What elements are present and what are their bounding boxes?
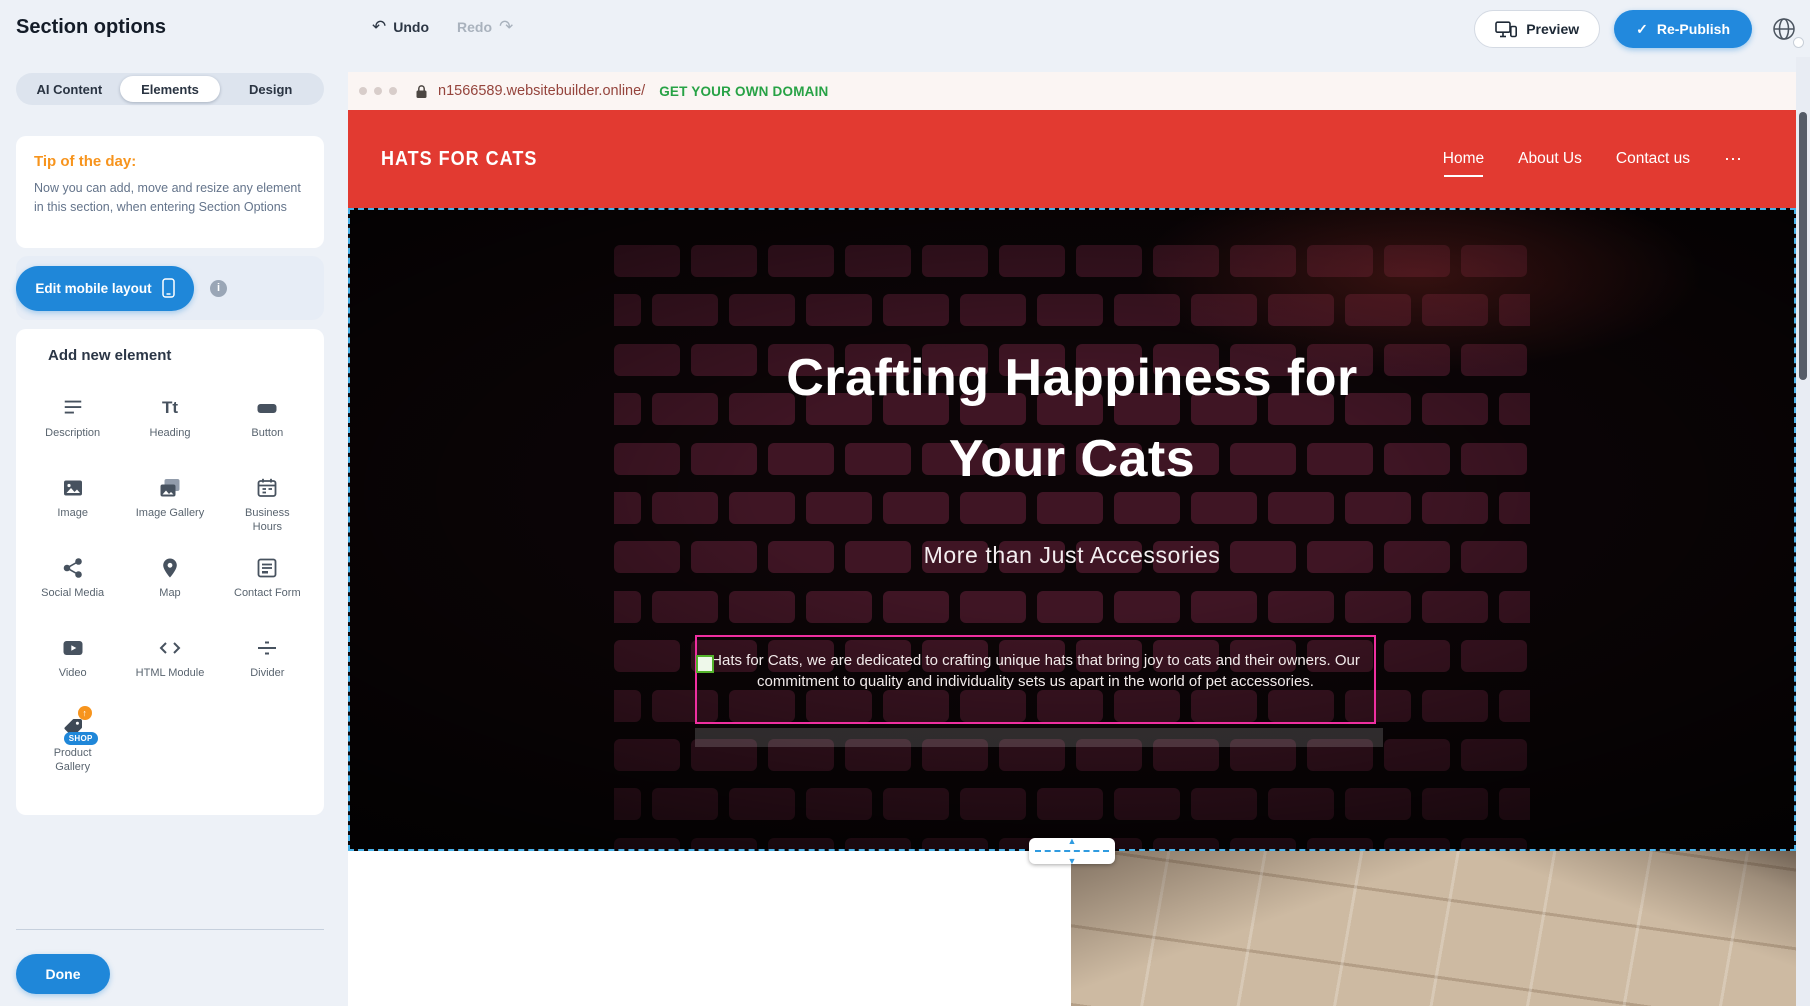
republish-label: Re-Publish [1657, 21, 1730, 37]
tab-design[interactable]: Design [220, 76, 321, 102]
done-button[interactable]: Done [16, 954, 110, 994]
dashed-line-icon [1035, 850, 1109, 852]
nav-about[interactable]: About Us [1518, 150, 1582, 168]
get-domain-link[interactable]: GET YOUR OWN DOMAIN [659, 84, 828, 99]
info-icon[interactable]: i [210, 280, 227, 297]
site-url: n1566589.websitebuilder.online/ [438, 83, 645, 99]
undo-button[interactable]: ↶ Undo [372, 17, 429, 37]
edit-mobile-layout-button[interactable]: Edit mobile layout [16, 266, 194, 311]
image-gallery-icon [157, 475, 183, 501]
button-icon [254, 395, 280, 421]
devices-icon [1495, 21, 1517, 38]
redo-button[interactable]: Redo ↷ [457, 17, 513, 37]
topbar: Section options ↶ Undo Redo ↷ Preview ✓ … [0, 0, 1810, 57]
redo-label: Redo [457, 19, 492, 35]
element-grid: Description Tt Heading Button Image [16, 386, 324, 786]
window-dots [359, 87, 397, 95]
element-button[interactable]: Button [219, 386, 316, 466]
preview-label: Preview [1526, 21, 1579, 37]
tip-body: Now you can add, move and resize any ele… [34, 179, 306, 218]
hero-heading[interactable]: Crafting Happiness for Your Cats [350, 338, 1794, 500]
element-resize-handle[interactable] [696, 655, 714, 673]
element-map[interactable]: Map [121, 546, 218, 626]
social-media-icon [60, 555, 86, 581]
hero-vignette [350, 210, 1794, 849]
edit-mobile-label: Edit mobile layout [35, 281, 151, 296]
undo-label: Undo [393, 19, 429, 35]
video-icon [60, 635, 86, 661]
page-scrollbar [1796, 57, 1810, 1006]
html-code-icon [157, 635, 183, 661]
site-preview-stage: n1566589.websitebuilder.online/ GET YOUR… [348, 57, 1796, 1006]
shop-badge: SHOP [64, 732, 98, 745]
scrollbar-thumb[interactable] [1799, 112, 1807, 380]
add-element-card: Add new element Description Tt Heading B… [16, 329, 324, 815]
tip-of-the-day-card: Tip of the day: Now you can add, move an… [16, 136, 324, 248]
lock-icon [415, 84, 428, 99]
element-description[interactable]: Description [24, 386, 121, 466]
pavement-photo [1071, 851, 1796, 1006]
map-pin-icon [157, 555, 183, 581]
section-resize-handle[interactable]: ▲ ▼ [1029, 838, 1115, 864]
nav-contact[interactable]: Contact us [1616, 150, 1690, 168]
nav-home[interactable]: Home [1443, 150, 1484, 168]
site-canvas: HATS FOR CATS Home About Us Contact us ⋯… [348, 110, 1796, 1006]
browser-bar: n1566589.websitebuilder.online/ GET YOUR… [348, 72, 1796, 110]
upgrade-badge-icon: ↑ [78, 706, 92, 720]
page-title: Section options [16, 16, 166, 39]
hero-heading-line2: Your Cats [350, 419, 1794, 500]
edit-mobile-row: Edit mobile layout i [16, 256, 324, 320]
site-header[interactable]: HATS FOR CATS Home About Us Contact us ⋯ [348, 110, 1796, 208]
hero-subheading[interactable]: More than Just Accessories [350, 542, 1794, 569]
arrow-down-icon: ▼ [1068, 856, 1077, 866]
tip-title: Tip of the day: [34, 153, 306, 170]
hero-section-selected[interactable]: Crafting Happiness for Your Cats More th… [348, 208, 1796, 851]
phone-icon [162, 278, 175, 298]
globe-badge [1793, 37, 1804, 48]
topbar-actions: Preview ✓ Re-Publish [1474, 10, 1802, 48]
contact-form-icon [254, 555, 280, 581]
tab-ai-content[interactable]: AI Content [19, 76, 120, 102]
language-globe-button[interactable] [1766, 11, 1802, 47]
next-section-white [348, 851, 1071, 1006]
element-social-media[interactable]: Social Media [24, 546, 121, 626]
hero-paragraph: Hats for Cats, we are dedicated to craft… [703, 650, 1368, 692]
sidebar-divider [16, 929, 324, 930]
panel-tabs: AI Content Elements Design [16, 73, 324, 105]
window-dot [374, 87, 382, 95]
republish-button[interactable]: ✓ Re-Publish [1614, 10, 1752, 48]
add-element-title: Add new element [16, 347, 324, 364]
image-icon [60, 475, 86, 501]
element-divider[interactable]: Divider [219, 626, 316, 706]
heading-icon: Tt [157, 395, 183, 421]
window-dot [359, 87, 367, 95]
section-options-panel: AI Content Elements Design Tip of the da… [0, 57, 348, 1006]
drag-ghost [695, 728, 1383, 747]
preview-button[interactable]: Preview [1474, 10, 1600, 48]
element-image-gallery[interactable]: Image Gallery [121, 466, 218, 546]
hero-heading-line1: Crafting Happiness for [350, 338, 1794, 419]
selected-paragraph-element[interactable]: Hats for Cats, we are dedicated to craft… [695, 635, 1376, 724]
element-video[interactable]: Video [24, 626, 121, 706]
site-nav: Home About Us Contact us ⋯ [1443, 110, 1744, 208]
nav-more-icon[interactable]: ⋯ [1724, 149, 1744, 170]
arrow-up-icon: ▲ [1068, 836, 1077, 846]
business-hours-icon [254, 475, 280, 501]
undo-icon: ↶ [372, 17, 386, 37]
history-controls: ↶ Undo Redo ↷ [372, 17, 513, 37]
element-business-hours[interactable]: Business Hours [219, 466, 316, 546]
site-logo[interactable]: HATS FOR CATS [381, 147, 537, 171]
element-product-gallery[interactable]: ↑ SHOP Product Gallery [24, 706, 121, 786]
check-icon: ✓ [1636, 21, 1648, 38]
description-icon [60, 395, 86, 421]
element-contact-form[interactable]: Contact Form [219, 546, 316, 626]
redo-icon: ↷ [499, 17, 513, 37]
divider-icon [254, 635, 280, 661]
element-heading[interactable]: Tt Heading [121, 386, 218, 466]
product-gallery-icon: ↑ SHOP [60, 715, 86, 741]
window-dot [389, 87, 397, 95]
element-image[interactable]: Image [24, 466, 121, 546]
tab-elements[interactable]: Elements [120, 76, 221, 102]
element-html-module[interactable]: HTML Module [121, 626, 218, 706]
